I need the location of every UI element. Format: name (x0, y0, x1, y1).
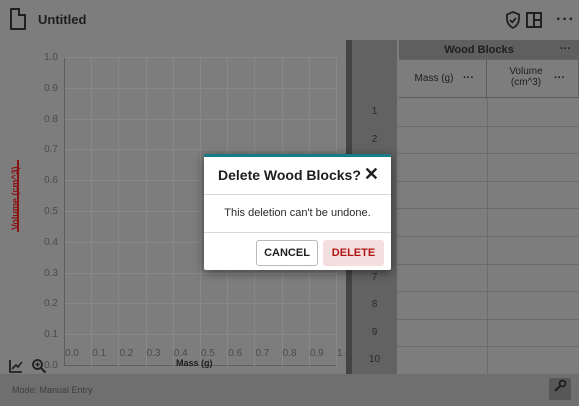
table-row[interactable] (397, 125, 579, 127)
x-tick-label: 0.9 (309, 348, 324, 359)
row-number: 7 (371, 271, 378, 283)
document-title[interactable]: Untitled (38, 12, 86, 27)
y-tick-label: 0.1 (44, 329, 58, 341)
column-header-volume[interactable]: Volume (cm^3) ··· (487, 60, 579, 98)
table-row[interactable] (397, 263, 579, 265)
dialog-message: This deletion can't be undone. (224, 207, 371, 219)
table-row[interactable] (397, 291, 579, 293)
table-name[interactable]: Wood Blocks (399, 44, 559, 56)
grid-line (65, 272, 337, 274)
cancel-button[interactable]: CANCEL (256, 240, 318, 266)
grid-line (145, 58, 147, 366)
document-icon[interactable] (10, 8, 26, 30)
delete-button[interactable]: DELETE (323, 240, 384, 266)
y-tick-label: 0.9 (44, 82, 58, 94)
more-icon[interactable]: ··· (556, 11, 575, 29)
column-menu-icon[interactable]: ··· (554, 72, 565, 84)
grid-line (65, 303, 337, 305)
shield-check-icon[interactable] (505, 11, 521, 34)
x-tick-label: 0.1 (92, 348, 107, 359)
table-row[interactable] (397, 180, 579, 182)
column-label: Volume (cm^3) (509, 66, 543, 88)
grid-line (172, 58, 174, 366)
grid-line (65, 118, 337, 120)
table-row[interactable] (397, 153, 579, 155)
x-tick-label: 0.5 (201, 348, 215, 359)
x-tick-label: 0.7 (255, 348, 270, 359)
y-tick-label: 0.8 (44, 113, 58, 125)
grid-line (65, 87, 337, 89)
grid-line (118, 58, 120, 366)
table-row[interactable] (397, 318, 579, 320)
table-header: Wood Blocks ··· (399, 40, 579, 60)
table-row[interactable] (397, 346, 579, 348)
y-tick-label: 0.3 (44, 267, 58, 279)
layout-icon[interactable] (526, 12, 542, 28)
dialog-divider (204, 232, 391, 233)
x-tick-label: 0.6 (228, 348, 243, 359)
wrench-icon[interactable] (549, 378, 571, 400)
title-bar: Untitled ··· (0, 0, 579, 40)
y-tick-label: 0.6 (44, 175, 58, 187)
y-tick-label: 0.4 (44, 236, 58, 248)
row-number: 1 (371, 106, 378, 117)
x-tick-label: 0.4 (173, 348, 188, 359)
y-tick-label: 0.0 (44, 360, 58, 371)
grid-line (65, 149, 337, 151)
y-tick-label: 1.0 (44, 52, 58, 63)
grid-line (91, 58, 93, 366)
x-axis-label[interactable]: Mass (g) (176, 358, 213, 368)
row-number: 10 (368, 354, 381, 366)
row-number: 9 (371, 326, 378, 338)
x-tick-label: 0.0 (65, 348, 79, 359)
row-number: 2 (371, 133, 378, 145)
column-header-mass[interactable]: Mass (g) ··· (399, 60, 487, 98)
y-tick-label: 0.2 (44, 298, 58, 310)
grid-line (65, 57, 337, 58)
column-menu-icon[interactable]: ··· (463, 72, 474, 84)
row-number: 8 (371, 299, 378, 311)
x-tick-label: 0.2 (119, 348, 134, 359)
grid-line (65, 334, 337, 336)
grid-line (200, 58, 201, 366)
column-label: Mass (g) (414, 73, 454, 84)
y-axis-label[interactable]: Volume (cm^3) (10, 166, 20, 230)
status-bar: Mode: Manual Entry (0, 374, 579, 406)
delete-confirm-dialog: Delete Wood Blocks? ✕ This deletion can'… (204, 154, 391, 270)
x-tick-label: 0.8 (282, 348, 297, 359)
mode-status: Mode: Manual Entry (12, 385, 93, 395)
table-menu-icon[interactable]: ··· (560, 43, 571, 55)
dialog-divider (204, 194, 391, 195)
dialog-title: Delete Wood Blocks? (218, 167, 361, 183)
table-row[interactable] (397, 208, 579, 210)
y-tick-label: 0.7 (44, 144, 58, 156)
table-row[interactable] (397, 236, 579, 237)
x-tick-label: 0.3 (146, 348, 161, 359)
close-icon[interactable]: ✕ (364, 163, 379, 185)
y-tick-label: 0.5 (44, 206, 58, 217)
